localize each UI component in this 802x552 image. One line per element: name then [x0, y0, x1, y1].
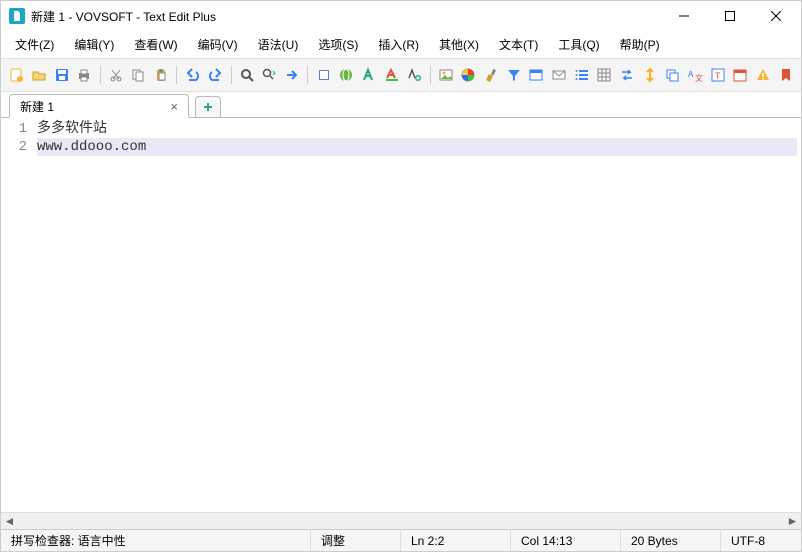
- image-icon[interactable]: [436, 64, 455, 86]
- status-bytes: 20 Bytes: [621, 530, 721, 551]
- translate-icon[interactable]: A文: [686, 64, 705, 86]
- font-icon[interactable]: [360, 64, 379, 86]
- bookmark-icon[interactable]: [776, 64, 795, 86]
- world-icon[interactable]: [337, 64, 356, 86]
- font-add-icon[interactable]: [405, 64, 424, 86]
- open-file-icon[interactable]: [30, 64, 49, 86]
- toolbar: A文 T: [1, 58, 801, 92]
- editor-area[interactable]: 1 2 多多软件站 www.ddooo.com: [1, 118, 801, 512]
- new-tab-button[interactable]: [195, 96, 221, 118]
- text-line-current: www.ddooo.com: [37, 138, 797, 156]
- tab-label: 新建 1: [20, 98, 54, 115]
- close-button[interactable]: [753, 1, 799, 31]
- status-encoding[interactable]: UTF-8: [721, 530, 801, 551]
- copy-icon[interactable]: [129, 64, 148, 86]
- menu-insert[interactable]: 插入(R): [368, 33, 429, 56]
- status-bar: 拼写检查器: 语言中性 调整 Ln 2:2 Col 14:13 20 Bytes…: [1, 529, 801, 551]
- duplicate-icon[interactable]: [663, 64, 682, 86]
- scroll-track[interactable]: [18, 513, 784, 530]
- status-adjust[interactable]: 调整: [311, 530, 401, 551]
- toolbar-separator: [100, 66, 101, 84]
- text-line: 多多软件站: [37, 120, 797, 138]
- tab-close-icon[interactable]: ×: [170, 99, 178, 114]
- find-icon[interactable]: [237, 64, 256, 86]
- minimize-button[interactable]: [661, 1, 707, 31]
- tab-active[interactable]: 新建 1 ×: [9, 94, 189, 118]
- text-box-icon[interactable]: T: [708, 64, 727, 86]
- window-controls: [661, 1, 799, 31]
- menu-syntax[interactable]: 语法(U): [248, 33, 309, 56]
- svg-text:T: T: [715, 71, 721, 81]
- cut-icon[interactable]: [106, 64, 125, 86]
- goto-icon[interactable]: [283, 64, 302, 86]
- window-title: 新建 1 - VOVSOFT - Text Edit Plus: [31, 8, 661, 25]
- paste-icon[interactable]: [152, 64, 171, 86]
- title-bar: 新建 1 - VOVSOFT - Text Edit Plus: [1, 1, 801, 31]
- menu-other[interactable]: 其他(X): [429, 33, 489, 56]
- line-number: 1: [1, 120, 27, 138]
- text-content[interactable]: 多多软件站 www.ddooo.com: [33, 118, 801, 512]
- app-icon: [9, 8, 25, 24]
- redo-icon[interactable]: [206, 64, 225, 86]
- toolbar-separator: [231, 66, 232, 84]
- toolbar-separator: [430, 66, 431, 84]
- status-line: Ln 2:2: [401, 530, 511, 551]
- menu-bar: 文件(Z) 编辑(Y) 查看(W) 编码(V) 语法(U) 选项(S) 插入(R…: [1, 31, 801, 58]
- mail-icon[interactable]: [550, 64, 569, 86]
- menu-tools[interactable]: 工具(Q): [548, 33, 609, 56]
- menu-options[interactable]: 选项(S): [308, 33, 368, 56]
- horizontal-scrollbar[interactable]: ◄ ►: [1, 512, 801, 529]
- window-icon[interactable]: [527, 64, 546, 86]
- svg-text:A: A: [688, 70, 694, 79]
- tab-bar: 新建 1 ×: [1, 92, 801, 118]
- menu-view[interactable]: 查看(W): [124, 33, 187, 56]
- line-gutter: 1 2: [1, 118, 33, 512]
- toolbar-separator: [176, 66, 177, 84]
- undo-icon[interactable]: [183, 64, 202, 86]
- grid-icon[interactable]: [595, 64, 614, 86]
- warning-icon[interactable]: [754, 64, 773, 86]
- brush-icon[interactable]: [482, 64, 501, 86]
- find-replace-icon[interactable]: [260, 64, 279, 86]
- menu-encode[interactable]: 编码(V): [188, 33, 248, 56]
- filter-icon[interactable]: [504, 64, 523, 86]
- status-spellcheck[interactable]: 拼写检查器: 语言中性: [1, 530, 311, 551]
- book-icon[interactable]: [314, 64, 333, 86]
- menu-edit[interactable]: 编辑(Y): [64, 33, 124, 56]
- svg-text:文: 文: [695, 73, 703, 83]
- scroll-left-icon[interactable]: ◄: [1, 513, 18, 530]
- maximize-button[interactable]: [707, 1, 753, 31]
- color-wheel-icon[interactable]: [459, 64, 478, 86]
- menu-file[interactable]: 文件(Z): [5, 33, 64, 56]
- toolbar-separator: [307, 66, 308, 84]
- menu-help[interactable]: 帮助(P): [610, 33, 670, 56]
- save-icon[interactable]: [52, 64, 71, 86]
- scroll-right-icon[interactable]: ►: [784, 513, 801, 530]
- line-number: 2: [1, 138, 27, 156]
- status-column: Col 14:13: [511, 530, 621, 551]
- calendar-icon[interactable]: [731, 64, 750, 86]
- list-icon[interactable]: [572, 64, 591, 86]
- swap-icon[interactable]: [618, 64, 637, 86]
- new-file-icon[interactable]: [7, 64, 26, 86]
- sort-icon[interactable]: [640, 64, 659, 86]
- font-color-icon[interactable]: [382, 64, 401, 86]
- menu-text[interactable]: 文本(T): [489, 33, 548, 56]
- print-icon[interactable]: [75, 64, 94, 86]
